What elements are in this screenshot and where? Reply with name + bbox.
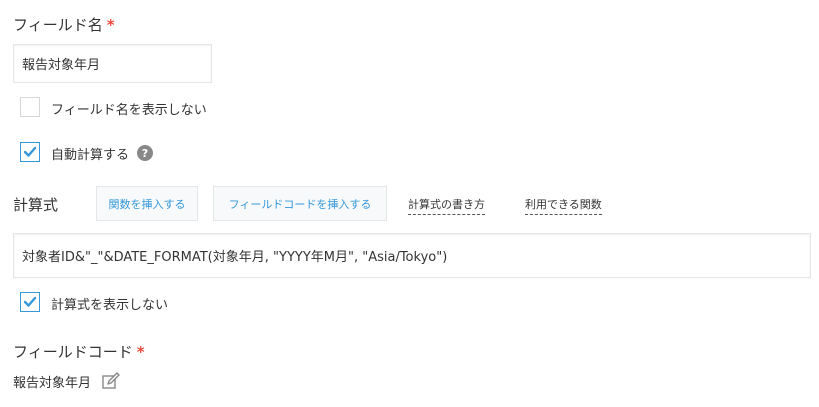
required-mark: * bbox=[106, 16, 115, 34]
check-icon bbox=[23, 296, 37, 307]
auto-calculate-checkbox[interactable] bbox=[20, 142, 40, 162]
help-icon[interactable]: ? bbox=[137, 145, 153, 161]
available-functions-link[interactable]: 利用できる関数 bbox=[525, 196, 602, 215]
required-mark: * bbox=[136, 343, 145, 361]
formula-input-value: 対象者ID&"_"&DATE_FORMAT(対象年月, "YYYY年M月", "… bbox=[22, 250, 448, 265]
field-name-input-value: 報告対象年月 bbox=[22, 58, 101, 73]
field-name-label: フィールド名 * bbox=[13, 14, 115, 35]
insert-field-code-button[interactable]: フィールドコードを挿入する bbox=[213, 186, 387, 221]
check-icon bbox=[23, 146, 37, 157]
field-name-input[interactable]: 報告対象年月 bbox=[13, 44, 212, 83]
field-name-label-text: フィールド名 bbox=[13, 16, 103, 34]
hide-field-name-label: フィールド名を表示しない bbox=[51, 103, 207, 118]
insert-function-button[interactable]: 関数を挿入する bbox=[96, 186, 198, 221]
formula-input[interactable]: 対象者ID&"_"&DATE_FORMAT(対象年月, "YYYY年M月", "… bbox=[13, 233, 811, 278]
field-code-label-text: フィールドコード bbox=[13, 343, 133, 361]
formula-how-to-link[interactable]: 計算式の書き方 bbox=[408, 196, 485, 215]
hide-formula-checkbox[interactable] bbox=[20, 292, 40, 312]
hide-field-name-checkbox[interactable] bbox=[20, 97, 40, 117]
hide-formula-label: 計算式を表示しない bbox=[51, 298, 169, 313]
pencil-icon[interactable] bbox=[101, 371, 121, 391]
field-code-label: フィールドコード * bbox=[13, 341, 145, 362]
auto-calculate-label: 自動計算する bbox=[51, 148, 130, 163]
formula-label: 計算式 bbox=[13, 196, 59, 214]
field-code-value: 報告対象年月 bbox=[13, 376, 92, 391]
